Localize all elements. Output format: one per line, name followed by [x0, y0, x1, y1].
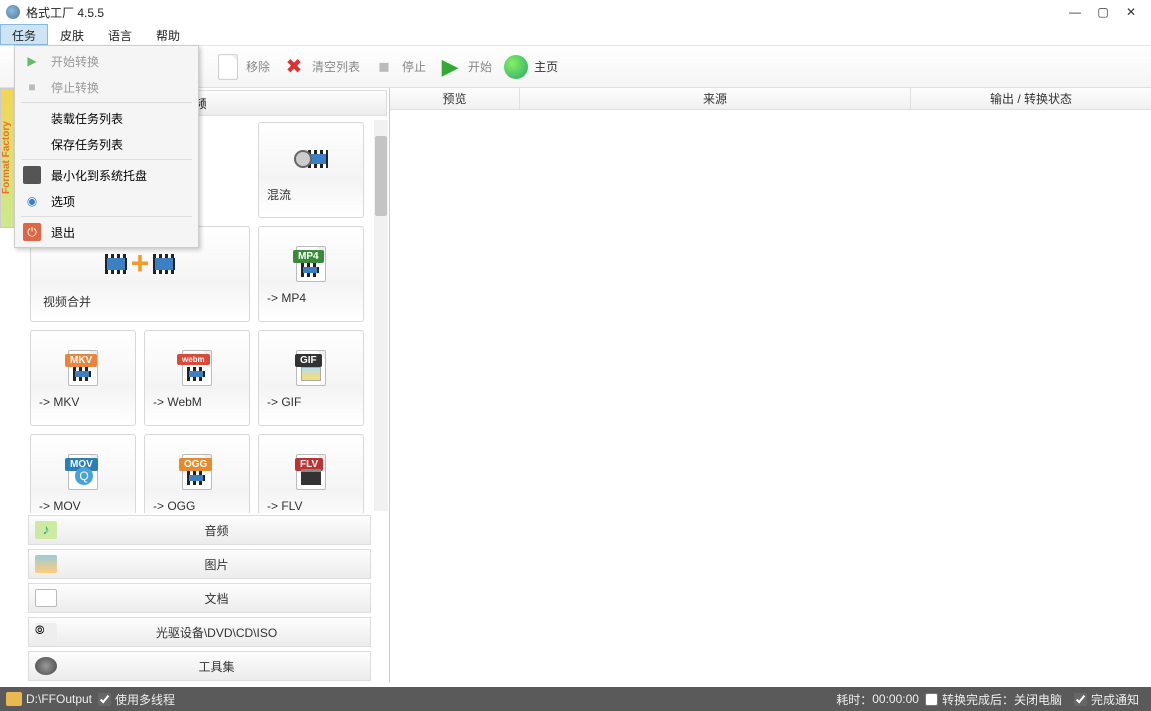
flv-icon: FLV	[290, 451, 332, 493]
toolbar-remove[interactable]: 移除	[214, 53, 270, 81]
exit-icon: ⏻	[23, 223, 41, 241]
dropdown-load-tasklist[interactable]: 装载任务列表	[17, 105, 196, 131]
tile-ogg[interactable]: OGG -> OGG	[144, 434, 250, 513]
dropdown-stop-convert: ■ 停止转换	[17, 74, 196, 100]
dropdown-separator	[21, 102, 192, 103]
dropdown-minimize-tray[interactable]: 最小化到系统托盘	[17, 162, 196, 188]
home-icon	[502, 53, 530, 81]
stop-icon: ■	[23, 78, 41, 96]
tile-mov[interactable]: MOVQ -> MOV	[30, 434, 136, 513]
elapsed-label: 耗时：	[836, 691, 872, 708]
table-body	[390, 110, 1151, 683]
tile-mp4[interactable]: MP4 -> MP4	[258, 226, 364, 322]
stop-icon: ⏹	[370, 53, 398, 81]
ogg-icon: OGG	[176, 451, 218, 493]
disc-icon: ⦾	[35, 623, 57, 641]
statusbar: D:\FFOutput 使用多线程 耗时： 00:00:00 转换完成后：关闭电…	[0, 687, 1151, 711]
maximize-button[interactable]: ▢	[1089, 3, 1117, 21]
menu-skin[interactable]: 皮肤	[48, 24, 96, 45]
gif-icon: GIF	[290, 347, 332, 389]
app-title: 格式工厂 4.5.5	[26, 4, 1061, 21]
task-dropdown: ▶ 开始转换 ■ 停止转换 装载任务列表 保存任务列表 最小化到系统托盘 ◉ 选…	[14, 45, 199, 248]
mov-icon: MOVQ	[62, 451, 104, 493]
toolbar-clear[interactable]: ✖ 清空列表	[280, 53, 360, 81]
notify-input[interactable]	[1074, 693, 1087, 706]
mux-icon	[290, 138, 332, 180]
webm-icon: webm	[176, 347, 218, 389]
gear-icon: ◉	[23, 192, 41, 210]
toolbar-start[interactable]: ▶ 开始	[436, 53, 492, 81]
document-icon	[35, 589, 57, 607]
menu-language[interactable]: 语言	[96, 24, 144, 45]
dropdown-exit[interactable]: ⏻ 退出	[17, 219, 196, 245]
th-output[interactable]: 输出 / 转换状态	[911, 88, 1151, 109]
dropdown-start-convert: ▶ 开始转换	[17, 48, 196, 74]
category-image[interactable]: 图片	[28, 549, 371, 579]
mp4-icon: MP4	[290, 243, 332, 285]
multithread-input[interactable]	[98, 693, 111, 706]
multithread-checkbox[interactable]: 使用多线程	[98, 691, 175, 708]
dropdown-separator	[21, 216, 192, 217]
tile-mkv[interactable]: MKV -> MKV	[30, 330, 136, 426]
image-icon	[35, 555, 57, 573]
toolbar-home[interactable]: 主页	[502, 53, 558, 81]
dropdown-save-tasklist[interactable]: 保存任务列表	[17, 131, 196, 157]
titlebar: 格式工厂 4.5.5 — ▢ ✕	[0, 0, 1151, 24]
start-icon: ▶	[436, 53, 464, 81]
scrollbar-thumb[interactable]	[375, 136, 387, 216]
category-document[interactable]: 文档	[28, 583, 371, 613]
dropdown-options[interactable]: ◉ 选项	[17, 188, 196, 214]
shutdown-input[interactable]	[925, 693, 938, 706]
elapsed-value: 00:00:00	[872, 692, 919, 706]
tile-scrollbar[interactable]	[374, 120, 388, 511]
tile-mux[interactable]: 混流	[258, 122, 364, 218]
audio-icon: ♪	[35, 521, 57, 539]
folder-icon[interactable]	[6, 692, 22, 706]
remove-icon	[214, 53, 242, 81]
app-icon	[6, 5, 20, 19]
close-button[interactable]: ✕	[1117, 3, 1145, 21]
category-tools[interactable]: 工具集	[28, 651, 371, 681]
tile-flv[interactable]: FLV -> FLV	[258, 434, 364, 513]
notify-checkbox[interactable]: 完成通知	[1074, 691, 1139, 708]
menubar: 任务 皮肤 语言 帮助	[0, 24, 1151, 46]
menu-help[interactable]: 帮助	[144, 24, 192, 45]
tile-webm[interactable]: webm -> WebM	[144, 330, 250, 426]
dropdown-separator	[21, 159, 192, 160]
th-source[interactable]: 来源	[520, 88, 911, 109]
tile-gif[interactable]: GIF -> GIF	[258, 330, 364, 426]
play-icon: ▶	[23, 52, 41, 70]
category-audio[interactable]: ♪音频	[28, 515, 371, 545]
right-panel: 预览 来源 输出 / 转换状态	[390, 88, 1151, 683]
menu-task[interactable]: 任务	[0, 24, 48, 45]
clear-icon: ✖	[280, 53, 308, 81]
toolbar-stop[interactable]: ⏹ 停止	[370, 53, 426, 81]
th-preview[interactable]: 预览	[390, 88, 520, 109]
tools-icon	[35, 657, 57, 675]
shutdown-checkbox[interactable]: 转换完成后：关闭电脑	[925, 691, 1062, 708]
category-disc[interactable]: ⦾光驱设备\DVD\CD\ISO	[28, 617, 371, 647]
table-header: 预览 来源 输出 / 转换状态	[390, 88, 1151, 110]
tray-icon	[23, 166, 41, 184]
mkv-icon: MKV	[62, 347, 104, 389]
minimize-button[interactable]: —	[1061, 3, 1089, 21]
output-path[interactable]: D:\FFOutput	[26, 692, 92, 706]
